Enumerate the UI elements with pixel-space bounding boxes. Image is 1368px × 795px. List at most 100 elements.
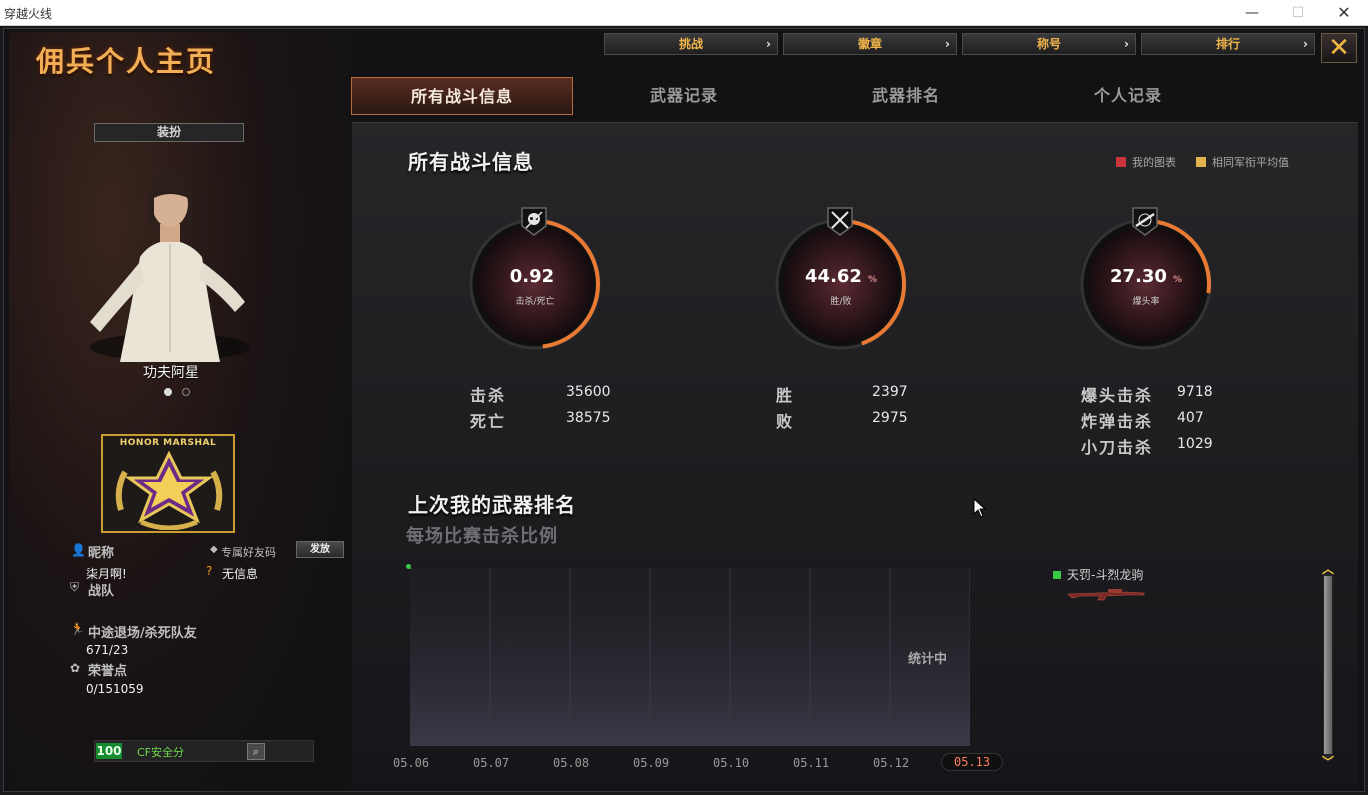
wins-value: 2397 — [872, 384, 908, 400]
nav-label: 称号 — [1036, 37, 1061, 51]
grenade-kills-value: 407 — [1177, 410, 1204, 426]
honor-icon: ✿ — [70, 661, 81, 675]
close-icon: ✕ — [1328, 33, 1350, 63]
friend-code-issue-button[interactable]: 发放 — [296, 541, 344, 558]
scroll-down-icon[interactable]: ﹀ — [1319, 756, 1337, 768]
chart-status: 统计中 — [908, 652, 948, 667]
headshot-gauge-label: 爆头率 — [1132, 297, 1160, 307]
left-panel — [9, 32, 349, 786]
x-tick-label[interactable]: 05.13 — [941, 753, 1004, 771]
chevron-right-icon: › — [945, 37, 950, 51]
kd-gauge-value: 0.92 — [468, 266, 602, 287]
honor-label: 荣誉点 — [88, 664, 128, 679]
chevron-right-icon: › — [1303, 37, 1308, 51]
headshot-unit: % — [1172, 275, 1182, 285]
weapon-legend: 天罚-斗烈龙驹 — [1053, 566, 1143, 583]
headshot-kills-label: 爆头击杀 — [1081, 386, 1154, 405]
honor-value: 0/151059 — [86, 682, 144, 696]
carousel-dot-active[interactable] — [164, 388, 172, 396]
mouse-cursor-icon — [973, 498, 987, 518]
running-man-icon: 🏃 — [70, 622, 85, 636]
x-tick-label: 05.12 — [873, 756, 910, 770]
kd-gauge: 0.92 击杀/死亡 — [468, 207, 608, 354]
carousel-dots — [164, 388, 190, 396]
x-tick-label: 05.11 — [793, 756, 830, 770]
headshot-kills-value: 9718 — [1177, 384, 1213, 400]
carousel-dot[interactable] — [182, 388, 190, 396]
scroll-up-icon[interactable]: ︿ — [1319, 563, 1337, 575]
chart-marker — [406, 564, 411, 569]
battle-info-title: 所有战斗信息 — [408, 150, 534, 174]
knife-kills-value: 1029 — [1177, 436, 1213, 452]
deaths-label: 死亡 — [470, 412, 507, 431]
question-icon: ? — [206, 564, 213, 578]
grenade-kills-label: 炸弹击杀 — [1081, 412, 1154, 431]
cf-security-label: CF安全分 — [137, 746, 185, 759]
quit-label: 中途退场/杀死队友 — [88, 626, 197, 641]
legend-item-rank-average: 相同军衔平均值 — [1196, 154, 1289, 170]
knife-kills-label: 小刀击杀 — [1081, 438, 1154, 457]
wins-label: 胜 — [776, 386, 795, 405]
friend-code-value: 无信息 — [222, 567, 259, 581]
weapon-legend-label: 天罚-斗烈龙驹 — [1067, 568, 1144, 582]
x-tick-label: 05.10 — [713, 756, 750, 770]
headshot-gauge-value: 27.30% — [1079, 266, 1213, 287]
deaths-value: 38575 — [566, 410, 611, 426]
quit-value: 671/23 — [86, 643, 129, 657]
win-rate-value: 44.62 — [805, 266, 862, 287]
tab-personal-record[interactable]: 个人记录 — [1017, 77, 1239, 115]
nickname-label: 昵称 — [88, 546, 115, 561]
chevron-right-icon: › — [1124, 37, 1129, 51]
legend-swatch-avg — [1196, 157, 1206, 167]
chart-legend: 我的图表 相同军衔平均值 — [1116, 154, 1289, 170]
maximize-button[interactable]: ☐ — [1275, 0, 1321, 26]
search-icon[interactable]: ⌕ — [247, 743, 265, 760]
weapon-rank-title: 上次我的武器排名 — [408, 493, 576, 517]
tag-icon: ◆ — [210, 544, 218, 555]
headshot-value: 27.30 — [1110, 266, 1167, 287]
window-title: 穿越火线 — [4, 7, 53, 21]
nav-badge-button[interactable]: 徽章 › — [783, 33, 957, 55]
close-page-button[interactable]: ✕ — [1321, 33, 1357, 63]
tab-weapon-ranking[interactable]: 武器排名 — [795, 77, 1017, 115]
top-nav: 挑战 › 徽章 › 称号 › 排行 › — [604, 33, 1315, 55]
tab-weapon-record[interactable]: 武器记录 — [573, 77, 795, 115]
tab-all-battle-info[interactable]: 所有战斗信息 — [351, 77, 573, 115]
headshot-gauge: 27.30% 爆头率 — [1079, 207, 1219, 354]
legend-label: 我的图表 — [1132, 156, 1176, 169]
legend-swatch-my — [1116, 157, 1126, 167]
team-icon: ⛨ — [70, 580, 80, 594]
kills-value: 35600 — [566, 384, 611, 400]
scrollbar-thumb[interactable] — [1324, 576, 1332, 754]
nav-ranking-button[interactable]: 排行 › — [1141, 33, 1315, 55]
cf-security-score: 100 — [96, 743, 122, 759]
nav-challenge-button[interactable]: 挑战 › — [604, 33, 778, 55]
outfit-button[interactable]: 装扮 — [94, 123, 244, 142]
win-rate-gauge-value: 44.62% — [774, 266, 908, 287]
win-rate-unit: % — [867, 275, 877, 285]
chevron-right-icon: › — [766, 37, 771, 51]
x-tick-label: 05.08 — [553, 756, 590, 770]
friend-code-label: 专属好友码 — [221, 546, 276, 559]
window-close-button[interactable]: ✕ — [1321, 0, 1367, 26]
weapon-legend-swatch — [1053, 571, 1061, 579]
marshal-emblem-icon — [115, 450, 223, 530]
win-rate-gauge-label: 胜/败 — [830, 297, 852, 307]
scrollbar[interactable] — [1323, 574, 1333, 760]
x-tick-label: 05.07 — [473, 756, 510, 770]
team-label: 战队 — [88, 584, 115, 599]
rifle-weapon-icon — [1067, 589, 1145, 601]
user-icon: 👤 — [71, 543, 86, 557]
skull-icon — [521, 207, 547, 236]
cf-security-bar: 100 CF安全分 ⌕ — [94, 740, 314, 762]
win-rate-gauge: 44.62% 胜/败 — [774, 207, 914, 354]
legend-item-my-chart: 我的图表 — [1116, 154, 1176, 170]
kd-gauge-label: 击杀/死亡 — [515, 297, 555, 307]
character-avatar[interactable] — [70, 162, 270, 362]
rifle-icon — [1132, 207, 1158, 236]
nav-title-button[interactable]: 称号 › — [962, 33, 1136, 55]
nav-label: 挑战 — [678, 37, 703, 51]
tab-bar: 所有战斗信息 武器记录 武器排名 个人记录 — [351, 77, 1239, 115]
kill-ratio-chart — [410, 568, 970, 746]
minimize-button[interactable]: — — [1229, 0, 1275, 26]
